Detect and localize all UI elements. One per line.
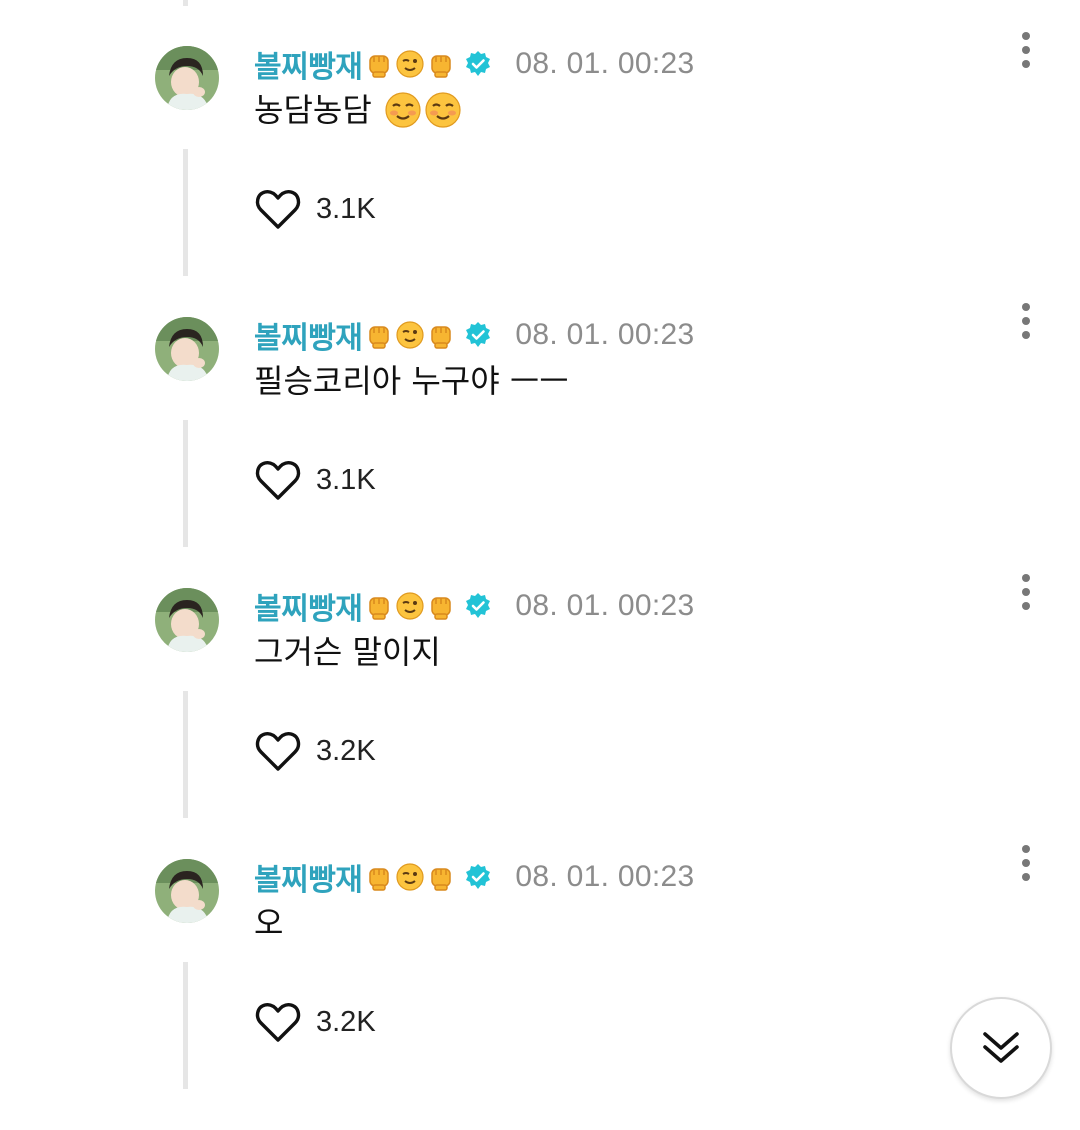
like-count: 3.1K <box>316 192 376 225</box>
raised-fist-icon <box>369 597 390 620</box>
timestamp: 08. 01. 00:23 <box>515 318 695 351</box>
heart-outline-icon[interactable] <box>254 1000 302 1044</box>
comment-text: 필승코리아 누구야 ㅡㅡ <box>254 359 569 403</box>
more-vertical-icon[interactable] <box>1010 30 1042 70</box>
comment-text: 그거슨 말이지 <box>254 630 441 674</box>
smiling-face-icon <box>425 92 461 128</box>
like-row: 3.1K <box>254 184 376 234</box>
author-name[interactable]: 볼찌빵재 <box>254 313 363 357</box>
like-row: 3.2K <box>254 997 376 1047</box>
comment-item: 볼찌빵재 08. 01. 00:23 오 3.2K <box>0 845 1080 1130</box>
raised-fist-icon <box>431 868 452 891</box>
comment-item: 볼찌빵재 08. 01. 00:23 필승코리아 누구야 ㅡㅡ 3.1K <box>0 303 1080 588</box>
comment-body: 농담농담 <box>254 91 372 129</box>
raised-fist-icon <box>369 868 390 891</box>
raised-fist-icon <box>431 597 452 620</box>
avatar[interactable] <box>155 588 219 652</box>
heart-outline-icon[interactable] <box>254 458 302 502</box>
winking-face-icon <box>396 863 425 891</box>
scroll-to-bottom-button[interactable] <box>950 997 1052 1099</box>
comment-header: 볼찌빵재 08. 01. 00:23 <box>254 855 694 899</box>
author-name[interactable]: 볼찌빵재 <box>254 584 363 628</box>
raised-fist-icon <box>431 55 452 78</box>
verified-badge-icon <box>466 864 491 889</box>
winking-face-icon <box>396 592 425 620</box>
thread-line <box>183 0 188 6</box>
comment-header: 볼찌빵재 08. 01. 00:23 <box>254 42 694 86</box>
avatar[interactable] <box>155 859 219 923</box>
timestamp: 08. 01. 00:23 <box>515 860 695 893</box>
comment-text: 농담농담 <box>254 88 462 132</box>
avatar[interactable] <box>155 46 219 110</box>
comment-text: 오 <box>254 901 283 945</box>
author-emojis <box>364 49 457 79</box>
more-vertical-icon[interactable] <box>1010 572 1042 612</box>
comment-item: 볼찌빵재 08. 01. 00:23 그거슨 말이지 3.2K <box>0 574 1080 859</box>
raised-fist-icon <box>431 326 452 349</box>
timestamp: 08. 01. 00:23 <box>515 589 695 622</box>
like-row: 3.1K <box>254 455 376 505</box>
verified-badge-icon <box>466 593 491 618</box>
verified-badge-icon <box>466 51 491 76</box>
more-vertical-icon[interactable] <box>1010 301 1042 341</box>
like-count: 3.1K <box>316 463 376 496</box>
comment-header: 볼찌빵재 08. 01. 00:23 <box>254 584 694 628</box>
comment-body: 필승코리아 누구야 ㅡㅡ <box>254 362 569 400</box>
heart-outline-icon[interactable] <box>254 187 302 231</box>
avatar[interactable] <box>155 317 219 381</box>
comment-body: 오 <box>254 904 284 942</box>
winking-face-icon <box>396 50 425 78</box>
raised-fist-icon <box>369 55 390 78</box>
heart-outline-icon[interactable] <box>254 729 302 773</box>
author-emojis <box>364 320 457 350</box>
like-count: 3.2K <box>316 734 376 767</box>
smiling-face-icon <box>385 92 421 128</box>
comment-header: 볼찌빵재 08. 01. 00:23 <box>254 313 694 357</box>
comment-item: 볼찌빵재 08. 01. 00:23 농담농담 3.1K <box>0 32 1080 317</box>
author-name[interactable]: 볼찌빵재 <box>254 855 363 899</box>
like-count: 3.2K <box>316 1005 376 1038</box>
timestamp: 08. 01. 00:23 <box>515 47 695 80</box>
more-vertical-icon[interactable] <box>1010 843 1042 883</box>
author-name[interactable]: 볼찌빵재 <box>254 42 363 86</box>
verified-badge-icon <box>466 322 491 347</box>
like-row: 3.2K <box>254 726 376 776</box>
author-emojis <box>364 862 457 892</box>
raised-fist-icon <box>369 326 390 349</box>
comment-body: 그거슨 말이지 <box>254 633 441 671</box>
winking-face-icon <box>396 321 425 349</box>
author-emojis <box>364 591 457 621</box>
double-chevron-down-icon <box>983 1032 1019 1063</box>
